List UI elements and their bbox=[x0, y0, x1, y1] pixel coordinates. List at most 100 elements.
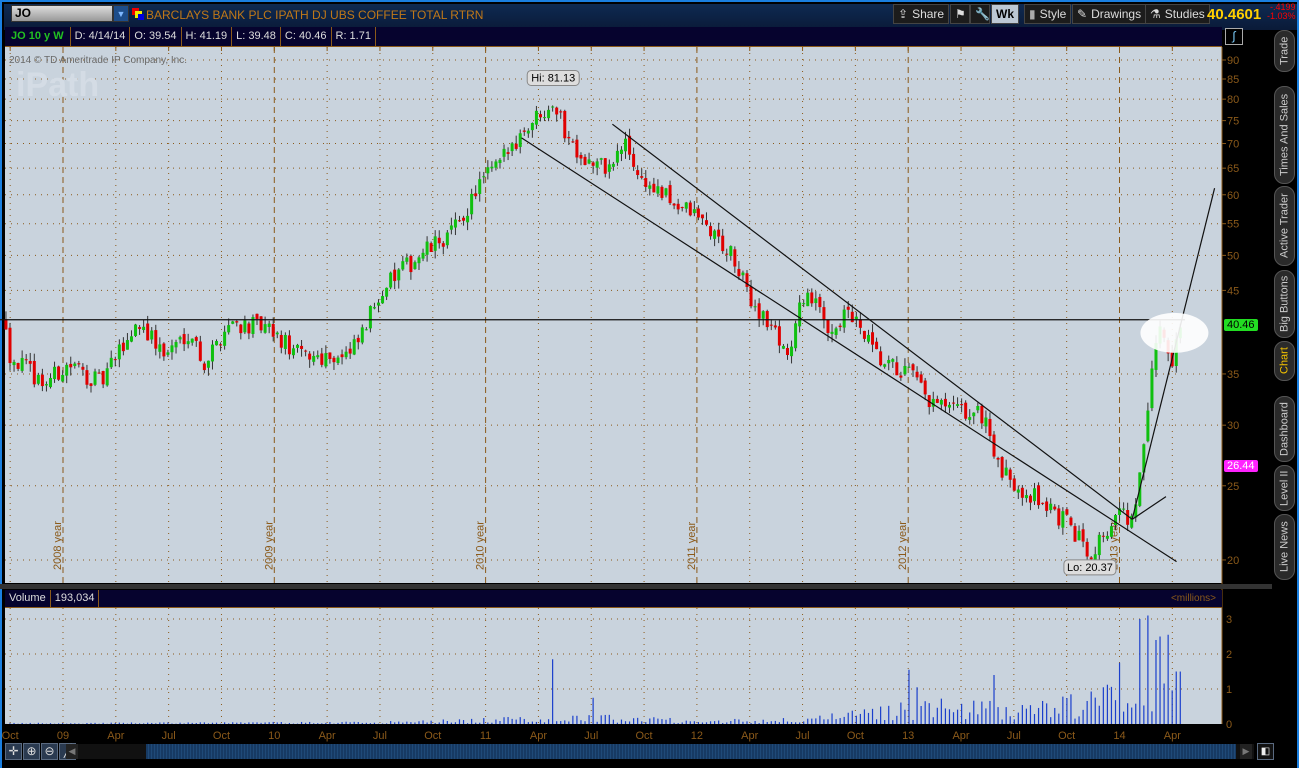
candle-down bbox=[1041, 502, 1045, 504]
candle-up bbox=[1016, 489, 1020, 493]
candle-down bbox=[356, 337, 360, 343]
volume-tick-label: 3 bbox=[1226, 614, 1232, 626]
price-tick-label: 90 bbox=[1227, 55, 1239, 67]
candle-up bbox=[263, 324, 267, 333]
candle-up bbox=[368, 306, 372, 329]
crosshair-icon[interactable]: ✛ bbox=[5, 743, 22, 760]
candle-down bbox=[1053, 506, 1057, 510]
candle-up bbox=[1105, 535, 1109, 539]
highlight-ellipse-drawing[interactable] bbox=[1140, 312, 1209, 353]
scrollbar-thumb[interactable] bbox=[146, 744, 1236, 759]
volume-label: Volume bbox=[5, 590, 51, 607]
candle-down bbox=[308, 353, 312, 360]
candle-up bbox=[648, 185, 652, 189]
candle-down bbox=[287, 335, 291, 355]
time-tick-label: Oct bbox=[213, 730, 230, 742]
candle-down bbox=[16, 362, 20, 369]
tab-big-buttons[interactable]: Big Buttons bbox=[1274, 270, 1295, 338]
candle-down bbox=[777, 326, 781, 346]
price-tick-label: 80 bbox=[1227, 94, 1239, 106]
scroll-right-icon[interactable]: ▶ bbox=[1240, 744, 1252, 759]
candle-up bbox=[174, 342, 178, 348]
candle-down bbox=[980, 405, 984, 424]
candle-up bbox=[109, 357, 113, 368]
candle-down bbox=[579, 154, 583, 159]
candle-up bbox=[486, 167, 490, 174]
candle-down bbox=[818, 296, 822, 308]
time-tick-label: Jul bbox=[796, 730, 810, 742]
scroll-left-icon[interactable]: ◀ bbox=[66, 744, 78, 759]
candle-down bbox=[393, 269, 397, 282]
candle-down bbox=[709, 226, 713, 237]
side-tabs: Trade Times And Sales Active Trader Big … bbox=[1272, 28, 1297, 588]
time-tick-label: Apr bbox=[1164, 730, 1181, 742]
candle-down bbox=[514, 143, 518, 149]
candle-down bbox=[850, 311, 854, 323]
candle-down bbox=[1069, 517, 1073, 526]
candle-up bbox=[275, 332, 279, 335]
tab-trade[interactable]: Trade bbox=[1274, 30, 1295, 72]
candle-up bbox=[887, 359, 891, 364]
candle-down bbox=[911, 364, 915, 371]
candle-down bbox=[773, 325, 777, 328]
fit-chart-icon[interactable]: ◧ bbox=[1257, 743, 1274, 760]
candle-down bbox=[474, 193, 478, 197]
candle-down bbox=[279, 334, 283, 348]
candle-down bbox=[672, 203, 676, 206]
tab-level-ii[interactable]: Level II bbox=[1274, 465, 1295, 511]
candle-up bbox=[470, 193, 474, 215]
panel-splitter[interactable] bbox=[0, 584, 1272, 589]
candle-up bbox=[802, 303, 806, 305]
zoom-in-icon[interactable]: ⊕ bbox=[23, 743, 40, 760]
candle-up bbox=[401, 261, 405, 270]
volume-tick-label: 1 bbox=[1226, 684, 1232, 696]
time-tick-label: Apr bbox=[952, 730, 969, 742]
time-scrollbar[interactable] bbox=[78, 744, 1254, 759]
candle-up bbox=[166, 352, 170, 355]
candle-up bbox=[619, 149, 623, 154]
candle-down bbox=[895, 362, 899, 376]
candle-down bbox=[1008, 469, 1012, 480]
candle-up bbox=[73, 363, 77, 367]
candle-up bbox=[684, 202, 688, 209]
candle-up bbox=[445, 232, 449, 246]
candle-down bbox=[1065, 509, 1069, 515]
candle-up bbox=[842, 309, 846, 328]
candle-down bbox=[952, 402, 956, 404]
tab-dashboard[interactable]: Dashboard bbox=[1274, 396, 1295, 462]
price-marker-tag: 26.44 bbox=[1224, 460, 1258, 473]
candle-down bbox=[737, 268, 741, 277]
copyright-text: 2014 © TD Ameritrade IP Company, Inc. bbox=[9, 55, 188, 66]
candle-down bbox=[198, 341, 202, 361]
candle-up bbox=[291, 348, 295, 356]
candle-down bbox=[915, 371, 919, 378]
candle-up bbox=[534, 110, 538, 125]
candle-up bbox=[227, 325, 231, 333]
candle-up bbox=[48, 377, 52, 388]
candle-down bbox=[538, 114, 542, 118]
tab-active-trader[interactable]: Active Trader bbox=[1274, 186, 1295, 266]
zoom-out-icon[interactable]: ⊖ bbox=[41, 743, 58, 760]
candle-down bbox=[138, 327, 142, 329]
time-tick-label: Apr bbox=[319, 730, 336, 742]
candle-up bbox=[891, 359, 895, 362]
price-tick-label: 50 bbox=[1227, 250, 1239, 262]
candle-up bbox=[753, 306, 757, 308]
volume-plot-area[interactable] bbox=[5, 608, 1222, 724]
price-chart[interactable]: 90858075706560555045353025203210Oct 09 Apr… bbox=[0, 0, 1299, 768]
candle-down bbox=[1028, 495, 1032, 503]
candle-up bbox=[502, 148, 506, 157]
candle-down bbox=[1000, 457, 1004, 478]
candle-down bbox=[721, 235, 725, 252]
candle-up bbox=[866, 334, 870, 342]
candle-down bbox=[340, 354, 344, 358]
price-tick-label: 35 bbox=[1227, 369, 1239, 381]
tab-chart[interactable]: Chart bbox=[1274, 341, 1295, 381]
tab-times-and-sales[interactable]: Times And Sales bbox=[1274, 86, 1295, 184]
price-tick-label: 25 bbox=[1227, 481, 1239, 493]
candle-down bbox=[8, 327, 12, 364]
candle-down bbox=[838, 325, 842, 328]
tab-live-news[interactable]: Live News bbox=[1274, 514, 1295, 580]
candle-up bbox=[761, 311, 765, 319]
candle-down bbox=[846, 306, 850, 310]
